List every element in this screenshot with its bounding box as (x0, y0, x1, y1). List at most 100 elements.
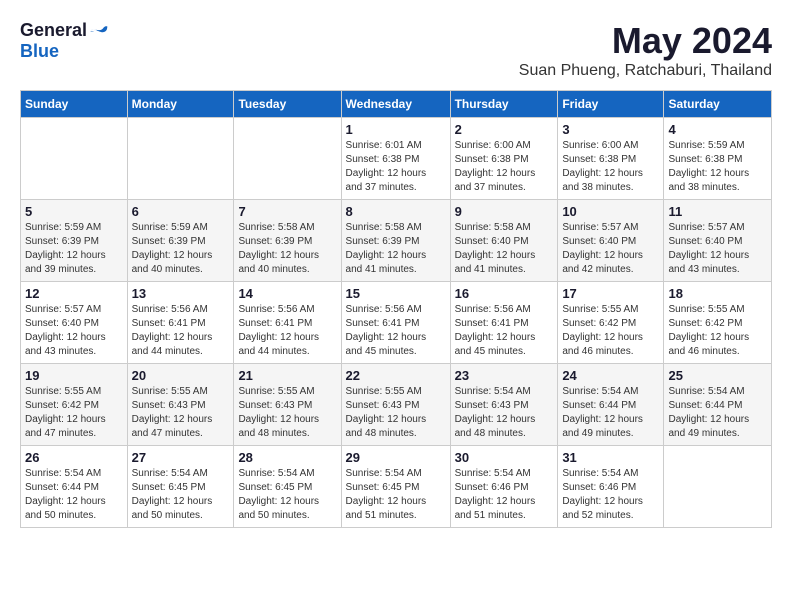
day-number: 2 (455, 122, 554, 137)
day-number: 19 (25, 368, 123, 383)
day-number: 7 (238, 204, 336, 219)
day-info: Sunrise: 5:58 AM Sunset: 6:40 PM Dayligh… (455, 221, 554, 277)
week-row: 19 Sunrise: 5:55 AM Sunset: 6:42 PM Dayli… (21, 364, 772, 446)
logo-blue-text: Blue (20, 41, 59, 62)
day-number: 21 (238, 368, 336, 383)
day-info: Sunrise: 5:57 AM Sunset: 6:40 PM Dayligh… (562, 221, 659, 277)
day-info: Sunrise: 5:59 AM Sunset: 6:38 PM Dayligh… (668, 139, 767, 195)
calendar-cell: 8 Sunrise: 5:58 AM Sunset: 6:39 PM Daylig… (341, 200, 450, 282)
week-row: 26Sunrise: 5:54 AM Sunset: 6:44 PM Dayli… (21, 446, 772, 528)
day-number: 6 (132, 204, 230, 219)
day-info: Sunrise: 5:55 AM Sunset: 6:43 PM Dayligh… (346, 385, 446, 441)
calendar-cell: 29 Sunrise: 5:54 AM Sunset: 6:45 PM Dayli… (341, 446, 450, 528)
calendar-cell: 21Sunrise: 5:55 AM Sunset: 6:43 PM Dayli… (234, 364, 341, 446)
calendar-cell: 5Sunrise: 5:59 AM Sunset: 6:39 PM Daylig… (21, 200, 128, 282)
calendar-cell: 24 Sunrise: 5:54 AM Sunset: 6:44 PM Dayli… (558, 364, 664, 446)
day-info: Sunrise: 5:59 AM Sunset: 6:39 PM Dayligh… (132, 221, 230, 277)
calendar-cell: 16Sunrise: 5:56 AM Sunset: 6:41 PM Dayli… (450, 282, 558, 364)
day-number: 30 (455, 450, 554, 465)
day-number: 23 (455, 368, 554, 383)
day-number: 16 (455, 286, 554, 301)
week-row: 12Sunrise: 5:57 AM Sunset: 6:40 PM Dayli… (21, 282, 772, 364)
day-number: 13 (132, 286, 230, 301)
day-info: Sunrise: 5:54 AM Sunset: 6:45 PM Dayligh… (346, 467, 446, 523)
day-info: Sunrise: 5:54 AM Sunset: 6:46 PM Dayligh… (455, 467, 554, 523)
day-info: Sunrise: 5:59 AM Sunset: 6:39 PM Dayligh… (25, 221, 123, 277)
day-number: 24 (562, 368, 659, 383)
day-info: Sunrise: 5:55 AM Sunset: 6:42 PM Dayligh… (25, 385, 123, 441)
day-info: Sunrise: 5:54 AM Sunset: 6:46 PM Dayligh… (562, 467, 659, 523)
day-info: Sunrise: 5:55 AM Sunset: 6:42 PM Dayligh… (668, 303, 767, 359)
calendar-cell: 11 Sunrise: 5:57 AM Sunset: 6:40 PM Dayli… (664, 200, 772, 282)
day-header-saturday: Saturday (664, 91, 772, 118)
day-info: Sunrise: 5:57 AM Sunset: 6:40 PM Dayligh… (25, 303, 123, 359)
calendar-cell (664, 446, 772, 528)
calendar-cell: 9 Sunrise: 5:58 AM Sunset: 6:40 PM Daylig… (450, 200, 558, 282)
day-header-wednesday: Wednesday (341, 91, 450, 118)
day-info: Sunrise: 6:00 AM Sunset: 6:38 PM Dayligh… (562, 139, 659, 195)
main-title: May 2024 (519, 20, 772, 62)
calendar-cell: 7Sunrise: 5:58 AM Sunset: 6:39 PM Daylig… (234, 200, 341, 282)
day-number: 3 (562, 122, 659, 137)
calendar-cell: 14 Sunrise: 5:56 AM Sunset: 6:41 PM Dayli… (234, 282, 341, 364)
day-header-friday: Friday (558, 91, 664, 118)
title-section: May 2024 Suan Phueng, Ratchaburi, Thaila… (519, 20, 772, 80)
day-info: Sunrise: 5:58 AM Sunset: 6:39 PM Dayligh… (346, 221, 446, 277)
day-number: 11 (668, 204, 767, 219)
day-info: Sunrise: 5:54 AM Sunset: 6:45 PM Dayligh… (238, 467, 336, 523)
week-row: 1Sunrise: 6:01 AM Sunset: 6:38 PM Daylig… (21, 118, 772, 200)
page-header: General Blue May 2024 Suan Phueng, Ratch… (20, 20, 772, 80)
day-info: Sunrise: 5:54 AM Sunset: 6:45 PM Dayligh… (132, 467, 230, 523)
logo: General Blue (20, 20, 109, 62)
day-header-monday: Monday (127, 91, 234, 118)
day-number: 4 (668, 122, 767, 137)
day-info: Sunrise: 5:56 AM Sunset: 6:41 PM Dayligh… (132, 303, 230, 359)
calendar-cell (127, 118, 234, 200)
day-info: Sunrise: 5:54 AM Sunset: 6:44 PM Dayligh… (562, 385, 659, 441)
day-number: 28 (238, 450, 336, 465)
calendar-cell: 19 Sunrise: 5:55 AM Sunset: 6:42 PM Dayli… (21, 364, 128, 446)
calendar-cell: 22 Sunrise: 5:55 AM Sunset: 6:43 PM Dayli… (341, 364, 450, 446)
calendar-cell: 20Sunrise: 5:55 AM Sunset: 6:43 PM Dayli… (127, 364, 234, 446)
calendar-cell: 1Sunrise: 6:01 AM Sunset: 6:38 PM Daylig… (341, 118, 450, 200)
day-number: 15 (346, 286, 446, 301)
calendar-cell: 25 Sunrise: 5:54 AM Sunset: 6:44 PM Dayli… (664, 364, 772, 446)
day-number: 29 (346, 450, 446, 465)
calendar-cell: 17Sunrise: 5:55 AM Sunset: 6:42 PM Dayli… (558, 282, 664, 364)
day-number: 31 (562, 450, 659, 465)
calendar-cell: 12Sunrise: 5:57 AM Sunset: 6:40 PM Dayli… (21, 282, 128, 364)
calendar-cell: 13 Sunrise: 5:56 AM Sunset: 6:41 PM Dayli… (127, 282, 234, 364)
calendar-cell: 26Sunrise: 5:54 AM Sunset: 6:44 PM Dayli… (21, 446, 128, 528)
day-number: 17 (562, 286, 659, 301)
day-info: Sunrise: 5:55 AM Sunset: 6:43 PM Dayligh… (132, 385, 230, 441)
day-header-sunday: Sunday (21, 91, 128, 118)
day-header-thursday: Thursday (450, 91, 558, 118)
calendar-cell: 3 Sunrise: 6:00 AM Sunset: 6:38 PM Daylig… (558, 118, 664, 200)
calendar-cell: 23Sunrise: 5:54 AM Sunset: 6:43 PM Dayli… (450, 364, 558, 446)
week-row: 5Sunrise: 5:59 AM Sunset: 6:39 PM Daylig… (21, 200, 772, 282)
day-info: Sunrise: 5:56 AM Sunset: 6:41 PM Dayligh… (238, 303, 336, 359)
logo-general-text: General (20, 20, 87, 41)
calendar-cell (21, 118, 128, 200)
calendar-cell: 10 Sunrise: 5:57 AM Sunset: 6:40 PM Dayli… (558, 200, 664, 282)
calendar-cell: 18Sunrise: 5:55 AM Sunset: 6:42 PM Dayli… (664, 282, 772, 364)
calendar-cell: 27 Sunrise: 5:54 AM Sunset: 6:45 PM Dayli… (127, 446, 234, 528)
day-number: 22 (346, 368, 446, 383)
day-number: 25 (668, 368, 767, 383)
calendar-cell (234, 118, 341, 200)
day-info: Sunrise: 5:54 AM Sunset: 6:44 PM Dayligh… (668, 385, 767, 441)
day-number: 27 (132, 450, 230, 465)
day-info: Sunrise: 5:57 AM Sunset: 6:40 PM Dayligh… (668, 221, 767, 277)
calendar-cell: 15Sunrise: 5:56 AM Sunset: 6:41 PM Dayli… (341, 282, 450, 364)
calendar-cell: 30 Sunrise: 5:54 AM Sunset: 6:46 PM Dayli… (450, 446, 558, 528)
calendar-cell: 2Sunrise: 6:00 AM Sunset: 6:38 PM Daylig… (450, 118, 558, 200)
day-number: 26 (25, 450, 123, 465)
header-row: SundayMondayTuesdayWednesdayThursdayFrid… (21, 91, 772, 118)
calendar-cell: 6 Sunrise: 5:59 AM Sunset: 6:39 PM Daylig… (127, 200, 234, 282)
day-number: 10 (562, 204, 659, 219)
day-number: 8 (346, 204, 446, 219)
day-number: 9 (455, 204, 554, 219)
calendar-cell: 4 Sunrise: 5:59 AM Sunset: 6:38 PM Daylig… (664, 118, 772, 200)
day-number: 14 (238, 286, 336, 301)
calendar-cell: 28 Sunrise: 5:54 AM Sunset: 6:45 PM Dayli… (234, 446, 341, 528)
